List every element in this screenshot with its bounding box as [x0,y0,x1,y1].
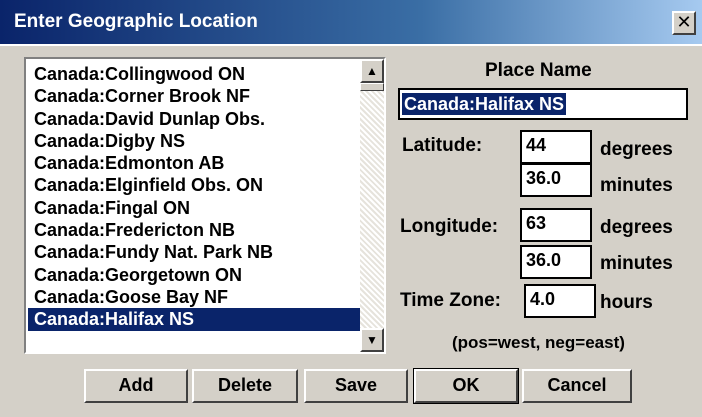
latitude-minutes-unit: minutes [600,175,673,196]
longitude-minutes-unit: minutes [600,253,673,274]
list-item[interactable]: Canada:Collingwood ON [28,63,362,85]
time-zone-sign-note: (pos=west, neg=east) [452,333,625,352]
list-item[interactable]: Canada:David Dunlap Obs. [28,108,362,130]
scroll-up-button[interactable]: ▲ [360,59,384,83]
list-scrollbar[interactable]: ▲ ▼ [360,59,384,352]
time-zone-input[interactable]: 4.0 [524,284,596,318]
list-item[interactable]: Canada:Goose Bay NF [28,286,362,308]
list-item[interactable]: Canada:Edmonton AB [28,152,362,174]
place-name-value: Canada:Halifax NS [402,93,567,115]
list-item[interactable]: Canada:Elginfield Obs. ON [28,174,362,196]
dialog-title: Enter Geographic Location [14,11,258,32]
title-bar: Enter Geographic Location ✕ [0,0,702,46]
scroll-up-arrow-icon: ▲ [366,64,378,78]
latitude-degrees-unit: degrees [600,139,673,160]
longitude-minutes-input[interactable]: 36.0 [520,245,592,279]
time-zone-label: Time Zone: [400,290,501,311]
list-item[interactable]: Canada:Digby NS [28,130,362,152]
place-name-label: Place Name [485,60,592,81]
list-item[interactable]: Canada:Fredericton NB [28,219,362,241]
location-dialog: Enter Geographic Location ✕ Canada:Colli… [0,0,702,417]
scroll-down-arrow-icon: ▼ [366,333,378,347]
longitude-degrees-unit: degrees [600,217,673,238]
add-button[interactable]: Add [84,369,188,403]
latitude-minutes-input[interactable]: 36.0 [520,163,592,197]
latitude-label: Latitude: [402,135,483,156]
location-listbox[interactable]: Canada:Collingwood ON Canada:Corner Brook… [24,57,386,354]
delete-button[interactable]: Delete [192,369,298,403]
longitude-label: Longitude: [400,216,499,237]
list-item[interactable]: Canada:Fundy Nat. Park NB [28,241,362,263]
scroll-thumb[interactable] [360,83,384,91]
cancel-button[interactable]: Cancel [522,369,632,403]
latitude-degrees-input[interactable]: 44 [520,130,592,164]
list-item[interactable]: Canada:Corner Brook NF [28,85,362,107]
ok-button[interactable]: OK [413,368,519,404]
list-item[interactable]: Canada:Halifax NS [28,308,362,331]
close-icon: ✕ [676,12,692,32]
time-zone-unit: hours [600,292,653,313]
list-item[interactable]: Canada:Georgetown ON [28,264,362,286]
scroll-down-button[interactable]: ▼ [360,328,384,352]
close-button[interactable]: ✕ [672,11,696,35]
location-list: Canada:Collingwood ON Canada:Corner Brook… [28,63,362,331]
longitude-degrees-input[interactable]: 63 [520,208,592,242]
save-button[interactable]: Save [304,369,408,403]
place-name-input[interactable]: Canada:Halifax NS [398,88,688,120]
list-item[interactable]: Canada:Fingal ON [28,197,362,219]
